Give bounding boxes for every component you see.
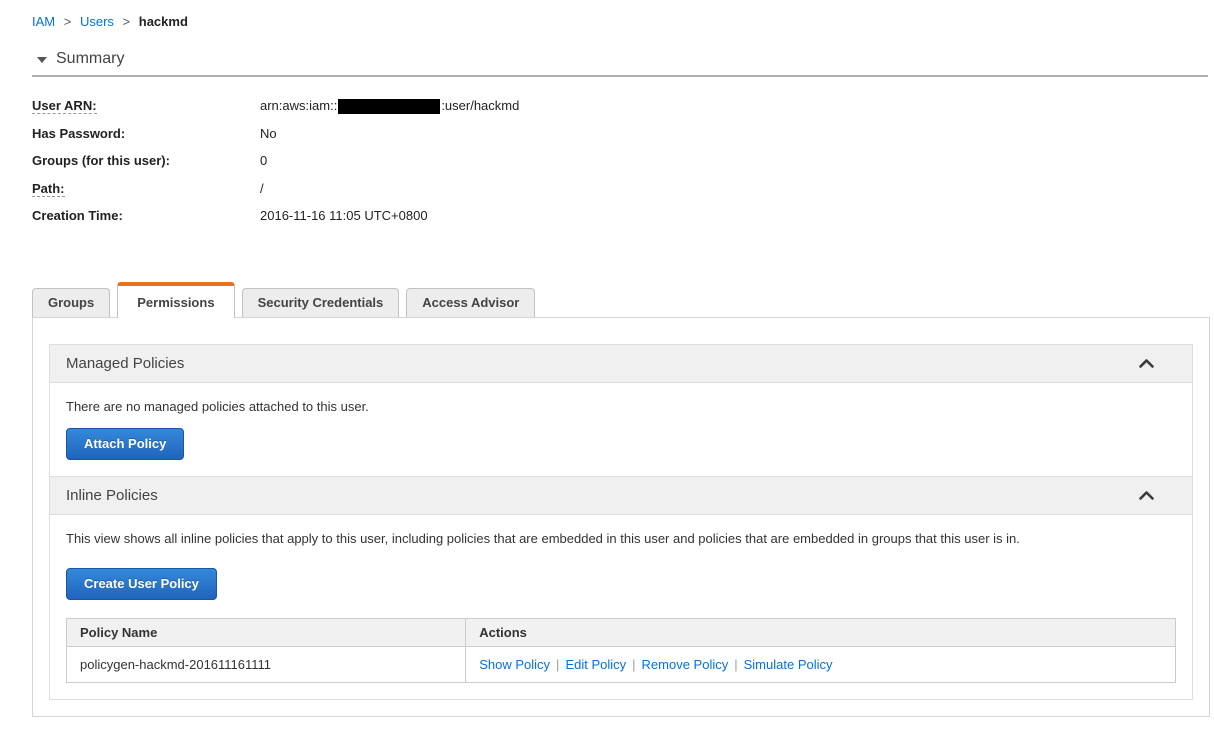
action-separator: | bbox=[734, 656, 738, 672]
groups-count-label: Groups (for this user): bbox=[32, 153, 170, 169]
managed-policies-empty-message: There are no managed policies attached t… bbox=[66, 398, 369, 414]
inline-policies-title: Inline Policies bbox=[66, 486, 158, 504]
path-value: / bbox=[260, 180, 264, 196]
breadcrumb-link-users[interactable]: Users bbox=[80, 14, 114, 29]
breadcrumb-separator: > bbox=[122, 14, 131, 29]
summary-divider bbox=[32, 75, 1208, 77]
creation-time-label: Creation Time: bbox=[32, 208, 123, 224]
inline-policies-table: Policy Name Actions policygen-hackmd-201… bbox=[65, 617, 1176, 683]
breadcrumb-separator: > bbox=[63, 14, 72, 29]
field-row-creation-time: Creation Time: 2016-11-16 11:05 UTC+0800 bbox=[32, 202, 1209, 230]
remove-policy-link[interactable]: Remove Policy bbox=[642, 657, 729, 672]
user-arn-value: arn:aws:iam:::user/hackmd bbox=[260, 97, 520, 114]
has-password-label: Has Password: bbox=[32, 125, 126, 141]
table-header-row: Policy Name Actions bbox=[65, 617, 1176, 647]
policy-name-cell: policygen-hackmd-201611161111 bbox=[65, 645, 467, 683]
inline-policies-header[interactable]: Inline Policies bbox=[50, 476, 1192, 515]
field-row-path: Path: / bbox=[32, 175, 1209, 203]
policy-name-column-header: Policy Name bbox=[65, 617, 467, 647]
managed-policies-header[interactable]: Managed Policies bbox=[50, 344, 1192, 383]
managed-policies-section: Managed Policies There are no managed po… bbox=[49, 343, 1193, 477]
action-separator: | bbox=[556, 656, 560, 672]
tab-security-credentials[interactable]: Security Credentials bbox=[241, 287, 400, 317]
tab-access-advisor[interactable]: Access Advisor bbox=[406, 287, 536, 317]
summary-section-header[interactable]: Summary bbox=[32, 50, 1209, 68]
actions-cell: Show Policy | Edit Policy | Remove Policy | Si… bbox=[465, 645, 1176, 683]
field-row-groups: Groups (for this user): 0 bbox=[32, 147, 1209, 175]
show-policy-link[interactable]: Show Policy bbox=[479, 657, 550, 672]
actions-column-header: Actions bbox=[465, 617, 1176, 647]
user-arn-label: User ARN: bbox=[32, 98, 97, 115]
action-separator: | bbox=[632, 656, 636, 672]
breadcrumb: IAM > Users > hackmd bbox=[32, 14, 1209, 29]
tab-groups[interactable]: Groups bbox=[32, 287, 111, 317]
inline-policies-body: This view shows all inline policies that… bbox=[50, 515, 1192, 699]
attach-policy-button[interactable]: Attach Policy bbox=[66, 427, 185, 460]
create-user-policy-button[interactable]: Create User Policy bbox=[66, 567, 217, 600]
permissions-tab-panel: Managed Policies There are no managed po… bbox=[32, 316, 1210, 717]
edit-policy-link[interactable]: Edit Policy bbox=[565, 657, 626, 672]
summary-title: Summary bbox=[56, 50, 125, 67]
collapse-chevron-icon[interactable] bbox=[1137, 357, 1176, 370]
breadcrumb-link-iam[interactable]: IAM bbox=[32, 14, 55, 29]
creation-time-value: 2016-11-16 11:05 UTC+0800 bbox=[260, 208, 428, 224]
table-row: policygen-hackmd-201611161111 Show Polic… bbox=[65, 645, 1176, 683]
managed-policies-body: There are no managed policies attached t… bbox=[50, 383, 1192, 476]
inline-policies-description: This view shows all inline policies that… bbox=[66, 530, 1020, 546]
summary-fields: User ARN: arn:aws:iam:::user/hackmd Has … bbox=[32, 92, 1209, 230]
inline-policies-section: Inline Policies This view shows all inli… bbox=[49, 475, 1193, 700]
has-password-value: No bbox=[260, 125, 277, 141]
field-row-has-password: Has Password: No bbox=[32, 120, 1209, 148]
managed-policies-title: Managed Policies bbox=[66, 354, 185, 372]
tab-permissions[interactable]: Permissions bbox=[117, 281, 235, 318]
field-row-user-arn: User ARN: arn:aws:iam:::user/hackmd bbox=[32, 92, 1209, 120]
collapse-triangle-icon[interactable] bbox=[37, 57, 47, 63]
iam-user-detail-page: IAM > Users > hackmd Summary User ARN: a… bbox=[0, 0, 1214, 737]
redacted-account-id bbox=[338, 98, 441, 114]
tab-bar: Groups Permissions Security Credentials … bbox=[32, 281, 1209, 318]
simulate-policy-link[interactable]: Simulate Policy bbox=[744, 657, 833, 672]
breadcrumb-current-user: hackmd bbox=[138, 14, 188, 29]
path-label: Path: bbox=[32, 180, 65, 197]
collapse-chevron-icon[interactable] bbox=[1137, 489, 1176, 502]
groups-count-value: 0 bbox=[260, 153, 268, 169]
